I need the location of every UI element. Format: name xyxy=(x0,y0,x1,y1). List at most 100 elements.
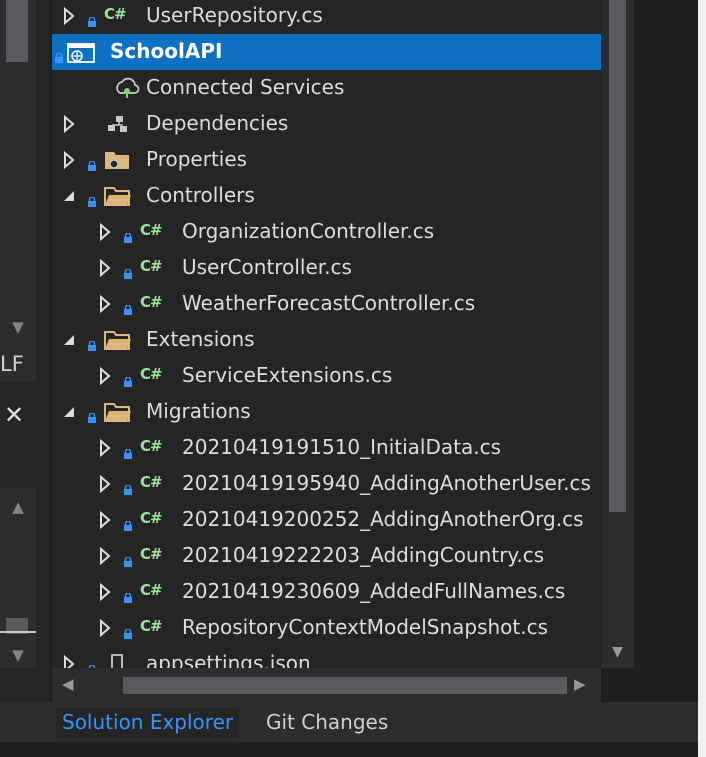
tab-git-changes[interactable]: Git Changes xyxy=(260,708,394,738)
csharp-file-icon: C# xyxy=(140,365,163,383)
tree-item-label: WeatherForecastController.cs xyxy=(182,291,476,315)
tree-item-label: 20210419191510_InitialData.cs xyxy=(182,435,502,459)
vertical-scroll-thumb[interactable] xyxy=(609,0,626,512)
tree-item[interactable]: C# 20210419230609_AddedFullNames.cs xyxy=(52,574,601,610)
json-file-icon xyxy=(104,653,130,668)
editor-background xyxy=(634,0,698,668)
lock-icon xyxy=(123,552,133,567)
tree-item-label: 20210419195940_AddingAnotherUser.cs xyxy=(182,471,591,495)
lock-icon xyxy=(123,300,133,315)
tree-item[interactable]: C# WeatherForecastController.cs xyxy=(52,286,601,322)
csharp-file-icon: C# xyxy=(104,5,127,23)
collapsed-arrow-icon[interactable] xyxy=(98,510,112,530)
tree-item[interactable]: Dependencies xyxy=(52,106,601,142)
lock-icon xyxy=(54,48,64,63)
close-icon[interactable]: ✕ xyxy=(4,402,24,428)
csharp-file-icon: C# xyxy=(140,617,163,635)
tree-item[interactable]: C# UserController.cs xyxy=(52,250,601,286)
tree-item[interactable]: C# 20210419200252_AddingAnotherOrg.cs xyxy=(52,502,601,538)
tree-horizontal-scrollbar[interactable]: ◀ ▶ xyxy=(52,668,601,702)
collapsed-arrow-icon[interactable] xyxy=(98,294,112,314)
collapsed-arrow-icon[interactable] xyxy=(62,114,76,134)
expanded-arrow-icon[interactable] xyxy=(62,331,76,349)
tree-item[interactable]: C# ServiceExtensions.cs xyxy=(52,358,601,394)
collapsed-arrow-icon[interactable] xyxy=(98,438,112,458)
csharp-file-icon: C# xyxy=(140,545,163,563)
tree-item-label: 20210419230609_AddedFullNames.cs xyxy=(182,579,566,603)
dependencies-icon xyxy=(104,113,130,135)
left-lower-scrollbar[interactable]: ▲ ▼ xyxy=(0,488,36,668)
tree-item[interactable]: C# 20210419191510_InitialData.cs xyxy=(52,430,601,466)
scroll-up-arrow-icon[interactable]: ▲ xyxy=(6,500,30,515)
scroll-down-arrow-icon[interactable]: ▼ xyxy=(6,320,30,335)
tree-item[interactable]: Connected Services xyxy=(52,70,601,106)
tree-item[interactable]: appsettings.json xyxy=(52,646,601,668)
collapsed-arrow-icon[interactable] xyxy=(98,366,112,386)
horizontal-scroll-thumb[interactable] xyxy=(123,677,567,694)
scroll-down-arrow-icon[interactable]: ▼ xyxy=(609,644,626,660)
tree-item-label: Migrations xyxy=(146,399,251,423)
collapsed-arrow-icon[interactable] xyxy=(62,150,76,170)
window-edge xyxy=(698,0,706,757)
tree-item-label: 20210419200252_AddingAnotherOrg.cs xyxy=(182,507,584,531)
folder-open-icon xyxy=(104,329,132,351)
lock-icon xyxy=(87,336,97,351)
collapsed-arrow-icon[interactable] xyxy=(98,546,112,566)
left-pane-scrollbar[interactable]: ▼ xyxy=(0,0,36,382)
left-pane-partial-label: LF xyxy=(0,352,24,376)
lock-icon xyxy=(87,192,97,207)
tree-item-label: SchoolAPI xyxy=(110,39,223,63)
collapsed-arrow-icon[interactable] xyxy=(98,618,112,638)
left-tabbar-fragment xyxy=(0,702,52,742)
lock-icon xyxy=(123,228,133,243)
csharp-file-icon: C# xyxy=(140,509,163,527)
tree-item-label: 20210419222203_AddingCountry.cs xyxy=(182,543,545,567)
tree-item-label: UserRepository.cs xyxy=(146,3,323,27)
lock-icon xyxy=(123,480,133,495)
scroll-right-arrow-icon[interactable]: ▶ xyxy=(574,675,586,693)
left-pane-scroll-thumb[interactable] xyxy=(6,0,28,62)
expanded-arrow-icon[interactable] xyxy=(62,403,76,421)
solution-explorer-tree: C# UserRepository.cs SchoolAPI Connected Se… xyxy=(52,0,601,668)
tool-window-tabbar: Solution Explorer Git Changes xyxy=(52,702,698,742)
tree-item[interactable]: C# 20210419222203_AddingCountry.cs xyxy=(52,538,601,574)
collapsed-arrow-icon[interactable] xyxy=(62,6,76,26)
tree-item[interactable]: Extensions xyxy=(52,322,601,358)
tree-item[interactable]: C# RepositoryContextModelSnapshot.cs xyxy=(52,610,601,646)
tree-item[interactable]: Migrations xyxy=(52,394,601,430)
collapsed-arrow-icon[interactable] xyxy=(62,654,76,668)
lock-icon xyxy=(87,660,97,668)
lock-icon xyxy=(123,372,133,387)
tree-item[interactable]: C# 20210419195940_AddingAnotherUser.cs xyxy=(52,466,601,502)
tree-item-project-schoolapi[interactable]: SchoolAPI xyxy=(52,34,601,70)
tree-item-label: Extensions xyxy=(146,327,255,351)
tree-item[interactable]: C# UserRepository.cs xyxy=(52,0,601,34)
editor-background xyxy=(601,668,698,702)
lock-icon xyxy=(123,624,133,639)
collapsed-arrow-icon[interactable] xyxy=(98,474,112,494)
tree-item-label: UserController.cs xyxy=(182,255,352,279)
csharp-file-icon: C# xyxy=(140,581,163,599)
tree-item-label: RepositoryContextModelSnapshot.cs xyxy=(182,615,549,639)
scroll-left-arrow-icon[interactable]: ◀ xyxy=(62,675,74,693)
tree-vertical-scrollbar[interactable]: ▼ xyxy=(601,0,634,668)
tab-solution-explorer[interactable]: Solution Explorer xyxy=(56,708,240,738)
tree-item-label: OrganizationController.cs xyxy=(182,219,435,243)
collapsed-arrow-icon[interactable] xyxy=(98,582,112,602)
expanded-arrow-icon[interactable] xyxy=(62,187,76,205)
tree-item[interactable]: Controllers xyxy=(52,178,601,214)
web-project-icon xyxy=(66,41,95,63)
collapsed-arrow-icon[interactable] xyxy=(98,258,112,278)
folder-open-icon xyxy=(104,401,132,423)
tree-item-label: ServiceExtensions.cs xyxy=(182,363,393,387)
lock-icon xyxy=(123,516,133,531)
collapsed-arrow-icon[interactable] xyxy=(98,222,112,242)
properties-folder-icon xyxy=(104,149,132,171)
scroll-down-arrow-icon[interactable]: ▼ xyxy=(6,648,30,663)
tree-item-label: Connected Services xyxy=(146,75,345,99)
lock-icon xyxy=(123,444,133,459)
lock-icon xyxy=(123,588,133,603)
tree-item[interactable]: Properties xyxy=(52,142,601,178)
lock-icon xyxy=(87,12,97,27)
tree-item[interactable]: C# OrganizationController.cs xyxy=(52,214,601,250)
